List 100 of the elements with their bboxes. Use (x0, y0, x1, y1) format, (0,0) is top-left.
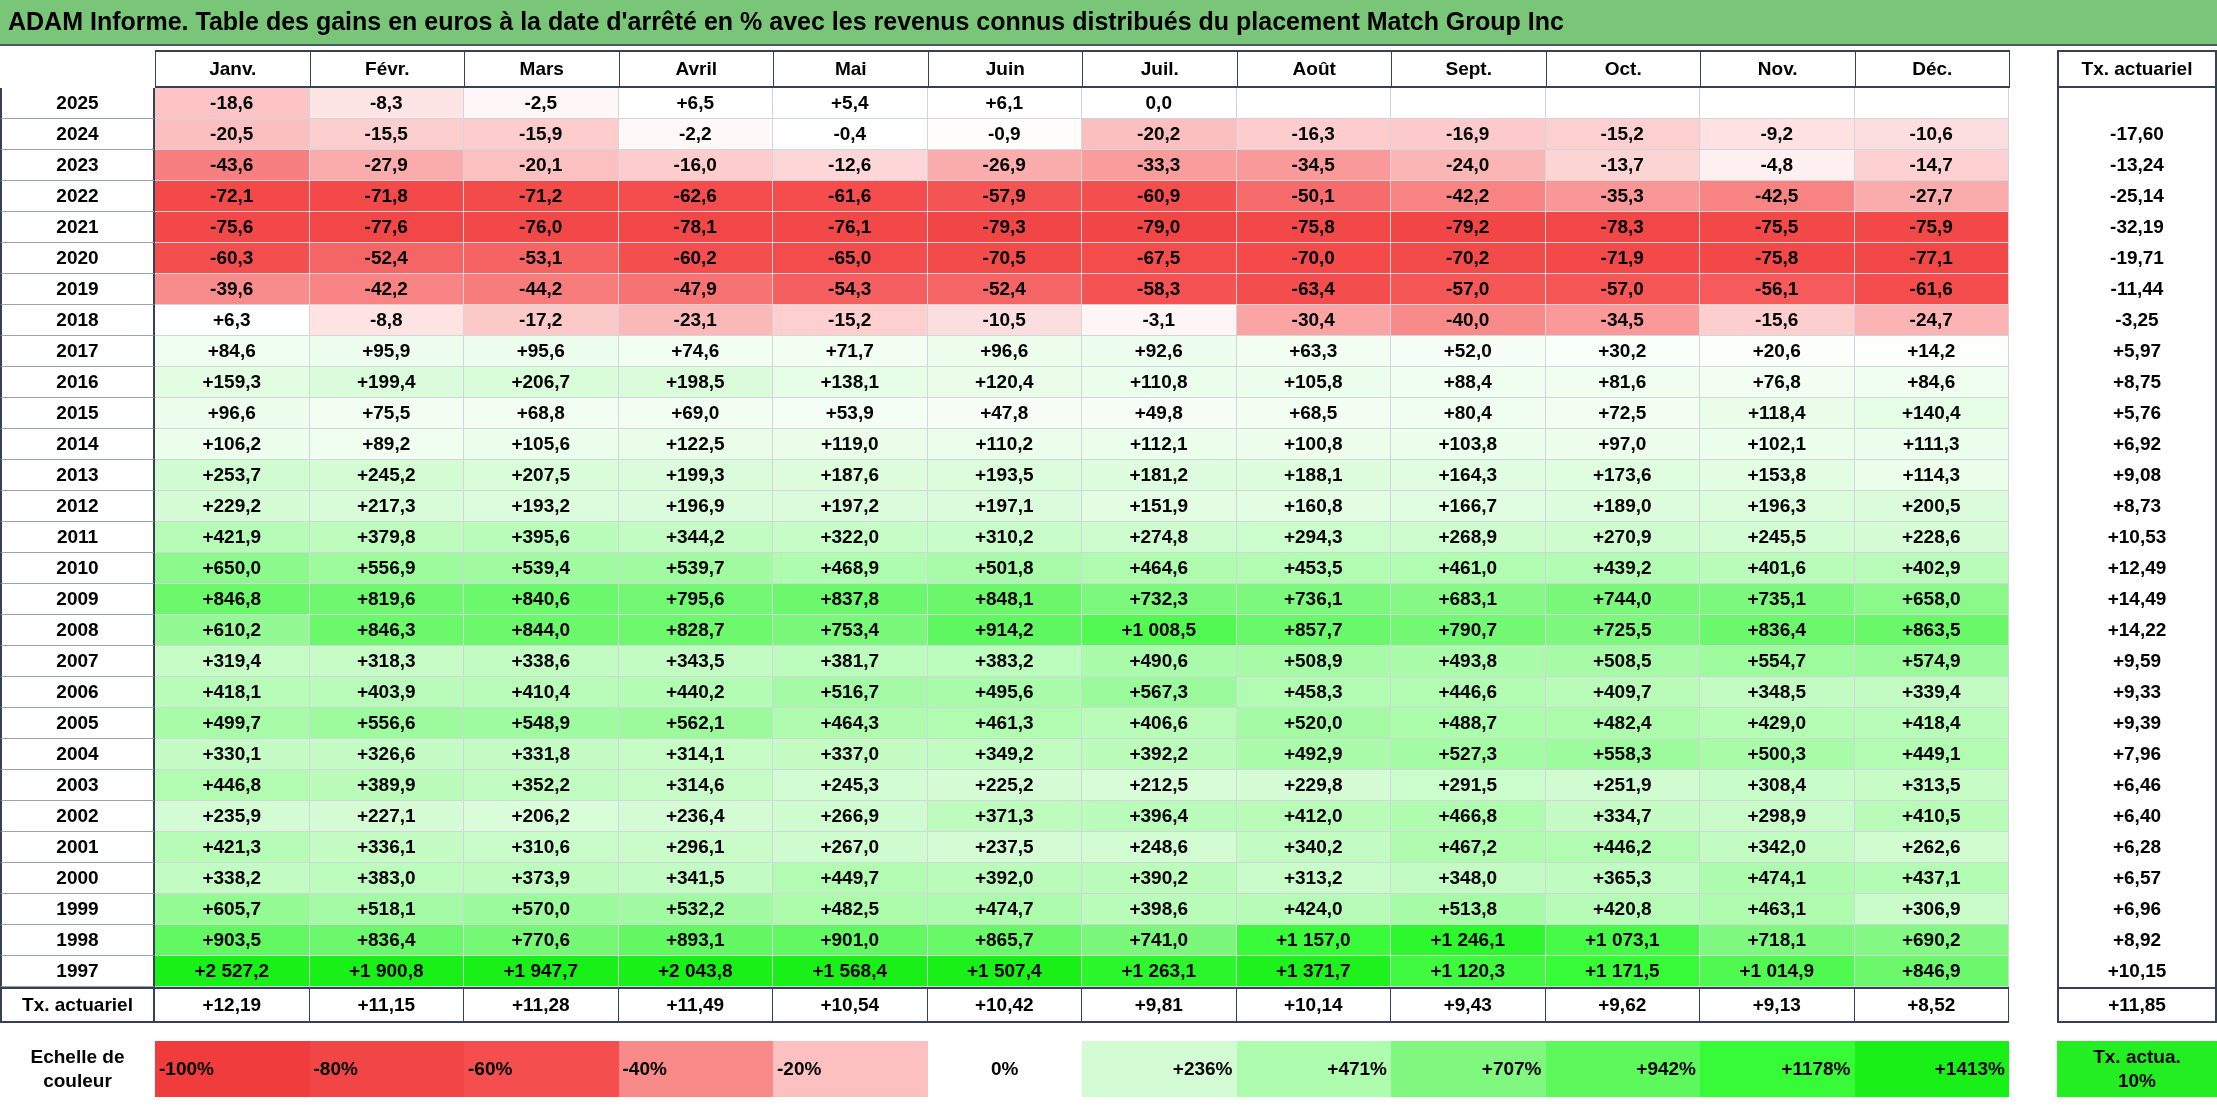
table-cell: +151,9 (1082, 491, 1237, 522)
table-cell: +110,2 (927, 429, 1082, 460)
table-cell: +562,1 (618, 708, 773, 739)
table-cell: -75,9 (1854, 212, 2009, 243)
legend-swatch: -80% (309, 1041, 464, 1097)
table-cell: -27,9 (309, 150, 464, 181)
table-cell: -26,9 (927, 150, 1082, 181)
table-cell: +836,4 (1700, 615, 1855, 646)
table-cell: +227,1 (309, 801, 464, 832)
table-cell: -16,0 (618, 150, 773, 181)
table-cell: -61,6 (773, 181, 928, 212)
table-cell: +53,9 (773, 398, 928, 429)
table-cell: +429,0 (1700, 708, 1855, 739)
table-cell: +69,0 (618, 398, 773, 429)
legend-swatch: +1413% (1854, 1041, 2009, 1097)
legend-swatch: Tx. actua. 10% (2057, 1041, 2217, 1097)
column-header: Juin (927, 50, 1082, 88)
table-cell: +9,13 (1700, 987, 1855, 1023)
table-cell: +338,2 (155, 863, 310, 894)
table-cell: +140,4 (1854, 398, 2009, 429)
table-cell: +857,7 (1236, 615, 1391, 646)
legend-swatch: +1178% (1700, 1041, 1855, 1097)
table-cell: +159,3 (155, 367, 310, 398)
table-cell: +418,1 (155, 677, 310, 708)
table-cell: +420,8 (1545, 894, 1700, 925)
column-header: Nov. (1700, 50, 1855, 88)
table-cell: +95,6 (464, 336, 619, 367)
table-cell: +100,8 (1236, 429, 1391, 460)
table-cell: +331,8 (464, 739, 619, 770)
table-cell: +9,62 (1545, 987, 1700, 1023)
table-cell: +409,7 (1545, 677, 1700, 708)
table-cell: +10,15 (2057, 956, 2217, 987)
column-header: Août (1236, 50, 1391, 88)
table-cell: -20,5 (155, 119, 310, 150)
table-cell: +237,5 (927, 832, 1082, 863)
table-cell: +406,6 (1082, 708, 1237, 739)
table-cell: -8,8 (309, 305, 464, 336)
table-cell: +196,9 (618, 491, 773, 522)
table-cell: -39,6 (155, 274, 310, 305)
table-cell: +398,6 (1082, 894, 1237, 925)
table-cell: +173,6 (1545, 460, 1700, 491)
table-cell: +424,0 (1236, 894, 1391, 925)
table-cell: +112,1 (1082, 429, 1237, 460)
table-cell: -15,2 (773, 305, 928, 336)
table-cell: +732,3 (1082, 584, 1237, 615)
table-cell: -2,2 (618, 119, 773, 150)
table-cell: +401,6 (1700, 553, 1855, 584)
table-cell: -27,7 (1854, 181, 2009, 212)
table-cell: +11,28 (464, 987, 619, 1023)
table-cell: -16,9 (1391, 119, 1546, 150)
table-cell: +567,3 (1082, 677, 1237, 708)
legend-swatch: -60% (464, 1041, 619, 1097)
table-cell: +308,4 (1700, 770, 1855, 801)
table-cell: +248,6 (1082, 832, 1237, 863)
table-cell: +160,8 (1236, 491, 1391, 522)
table-cell: -9,2 (1700, 119, 1855, 150)
table-cell: +245,3 (773, 770, 928, 801)
table-cell: +118,4 (1700, 398, 1855, 429)
table-cell: -60,9 (1082, 181, 1237, 212)
table-cell: +466,8 (1391, 801, 1546, 832)
table-cell: +495,6 (927, 677, 1082, 708)
table-cell: +539,7 (618, 553, 773, 584)
table-cell: +229,8 (1236, 770, 1391, 801)
table-cell: +5,97 (2057, 336, 2217, 367)
table-cell: +164,3 (1391, 460, 1546, 491)
table-cell: +461,3 (927, 708, 1082, 739)
table-cell: +464,6 (1082, 553, 1237, 584)
table-cell: +9,81 (1082, 987, 1237, 1023)
table-cell: +334,7 (1545, 801, 1700, 832)
table-cell: -17,2 (464, 305, 619, 336)
table-cell: +267,0 (773, 832, 928, 863)
table-cell: +610,2 (155, 615, 310, 646)
legend-swatch: +942% (1545, 1041, 1700, 1097)
table-cell: +658,0 (1854, 584, 2009, 615)
table-cell: +383,0 (309, 863, 464, 894)
table-cell: +461,0 (1391, 553, 1546, 584)
legend-swatch: -100% (155, 1041, 310, 1097)
table-cell: +319,4 (155, 646, 310, 677)
table-cell: -76,1 (773, 212, 928, 243)
table-cell: -47,9 (618, 274, 773, 305)
table-cell: +193,2 (464, 491, 619, 522)
table-cell: +474,1 (1700, 863, 1855, 894)
table-cell: -70,0 (1236, 243, 1391, 274)
table-cell: +819,6 (309, 584, 464, 615)
table-cell: +322,0 (773, 522, 928, 553)
table-cell: +274,8 (1082, 522, 1237, 553)
table-cell: +8,73 (2057, 491, 2217, 522)
table-cell: +440,2 (618, 677, 773, 708)
table-cell: +770,6 (464, 925, 619, 956)
table-cell: +901,0 (773, 925, 928, 956)
table-cell: +97,0 (1545, 429, 1700, 460)
table-cell: +95,9 (309, 336, 464, 367)
table-cell: +390,2 (1082, 863, 1237, 894)
table-cell: -4,8 (1700, 150, 1855, 181)
table-cell: +10,42 (927, 987, 1082, 1023)
table-cell: +605,7 (155, 894, 310, 925)
table-cell: +790,7 (1391, 615, 1546, 646)
table-cell: +520,0 (1236, 708, 1391, 739)
table-cell: +20,6 (1700, 336, 1855, 367)
table-cell: -75,6 (155, 212, 310, 243)
